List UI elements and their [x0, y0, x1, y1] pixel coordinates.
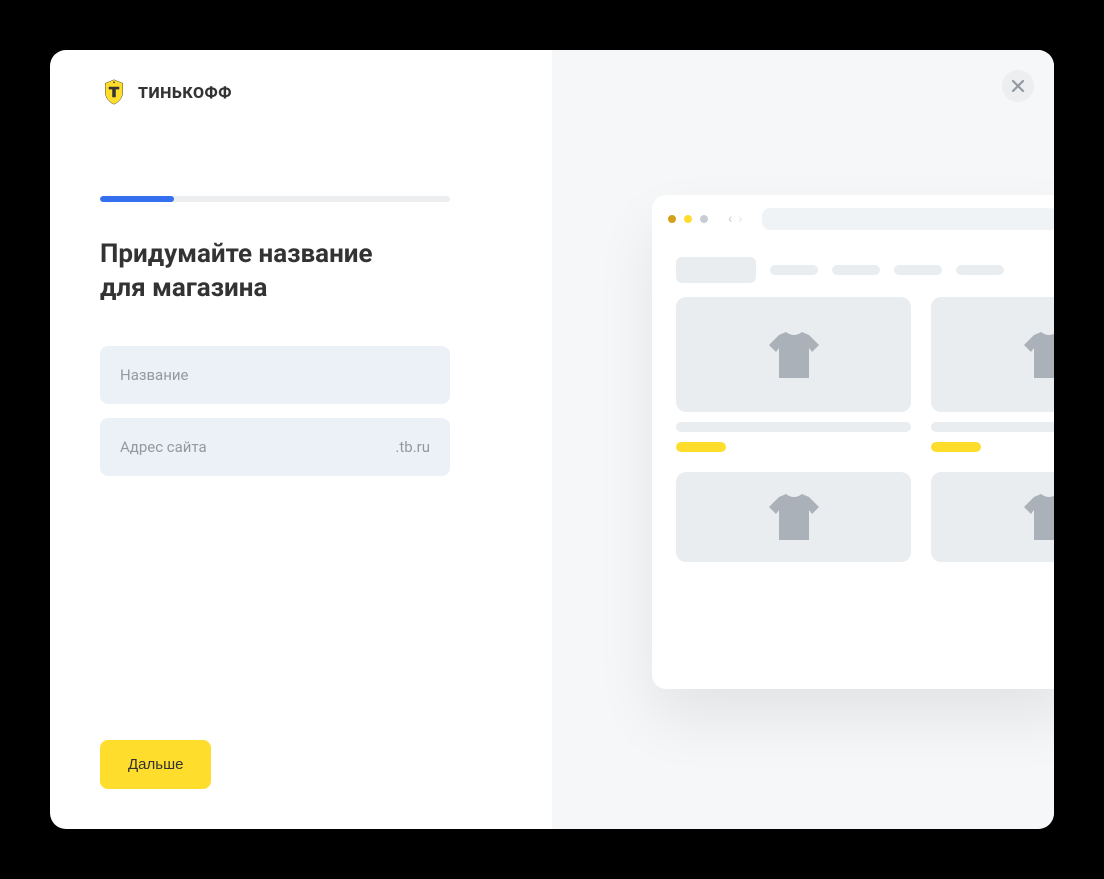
form-pane: ТИНЬКОФФ Придумайте название для магазин…: [50, 50, 552, 829]
skeleton-price: [931, 442, 981, 452]
close-button[interactable]: [1002, 70, 1034, 102]
skeleton-line: [676, 422, 911, 432]
product-card: [676, 472, 911, 562]
shield-icon: [100, 78, 128, 106]
tshirt-icon: [1019, 330, 1055, 380]
skeleton-price: [676, 442, 726, 452]
tshirt-icon: [1019, 492, 1055, 542]
product-card: [931, 297, 1054, 452]
product-grid: [652, 287, 1054, 572]
url-bar: [762, 208, 1054, 230]
traffic-light-icon: [684, 215, 692, 223]
heading-line2: для магазина: [100, 273, 267, 303]
progress-fill: [100, 196, 174, 202]
product-card: [676, 297, 911, 452]
chevron-right-icon: ›: [738, 211, 742, 227]
product-card: [931, 472, 1054, 562]
brand-name: ТИНЬКОФФ: [138, 83, 232, 102]
tshirt-icon: [764, 330, 824, 380]
nav-skeleton: [894, 265, 942, 275]
nav-arrows: ‹ ›: [728, 211, 742, 227]
heading-line1: Придумайте название: [100, 239, 373, 269]
site-address-suffix: .tb.ru: [395, 438, 430, 456]
chevron-left-icon: ‹: [728, 211, 732, 227]
site-address-field[interactable]: Адрес сайта .tb.ru: [100, 418, 450, 476]
onboarding-modal: ТИНЬКОФФ Придумайте название для магазин…: [50, 50, 1054, 829]
mock-nav: [652, 243, 1054, 287]
next-button[interactable]: Дальше: [100, 740, 211, 789]
page-title: Придумайте название для магазина: [100, 238, 502, 306]
close-icon: [1011, 79, 1025, 93]
nav-skeleton: [770, 265, 818, 275]
brand-logo: ТИНЬКОФФ: [100, 78, 502, 106]
browser-mockup: ‹ ›: [652, 195, 1054, 689]
skeleton-line: [931, 422, 1054, 432]
store-name-label: Название: [120, 366, 430, 384]
browser-toolbar: ‹ ›: [652, 195, 1054, 243]
nav-skeleton: [956, 265, 1004, 275]
progress-bar: [100, 196, 450, 202]
nav-skeleton: [676, 257, 756, 283]
traffic-light-icon: [700, 215, 708, 223]
site-address-label: Адрес сайта: [120, 438, 395, 456]
store-name-field[interactable]: Название: [100, 346, 450, 404]
traffic-light-icon: [668, 215, 676, 223]
nav-skeleton: [832, 265, 880, 275]
preview-pane: ‹ ›: [552, 50, 1054, 829]
tshirt-icon: [764, 492, 824, 542]
